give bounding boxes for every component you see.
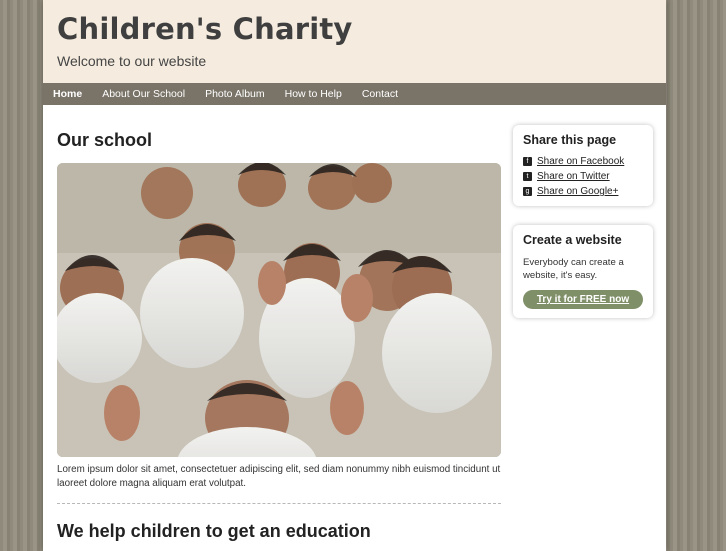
site-header: Children's Charity Welcome to our websit… (43, 0, 666, 83)
nav-photo-album[interactable]: Photo Album (205, 88, 265, 100)
page-heading: Our school (57, 130, 153, 150)
photo-caption: Lorem ipsum dolor sit amet, consectetuer… (57, 464, 501, 489)
nav-how-to-help[interactable]: How to Help (285, 88, 342, 100)
share-card: Share this page f Share on Facebook t Sh… (513, 125, 653, 206)
create-card-text: Everybody can create a website, it's eas… (523, 257, 624, 281)
children-photo-illustration (57, 163, 501, 457)
share-google-plus-label: Share on Google+ (537, 186, 619, 197)
nav-home[interactable]: Home (53, 88, 82, 100)
nav-contact[interactable]: Contact (362, 88, 398, 100)
facebook-icon: f (523, 157, 532, 166)
page: Children's Charity Welcome to our websit… (43, 0, 666, 551)
main-nav: Home About Our School Photo Album How to… (43, 83, 666, 105)
share-card-title: Share this page (523, 133, 617, 147)
share-facebook-link[interactable]: f Share on Facebook (523, 156, 643, 167)
site-subtitle: Welcome to our website (57, 53, 207, 69)
school-photo (57, 163, 501, 457)
share-twitter-link[interactable]: t Share on Twitter (523, 171, 643, 182)
share-facebook-label: Share on Facebook (537, 156, 625, 167)
main-column: Our school Lorem ipsum dolor sit amet, c… (57, 128, 501, 542)
site-title: Children's Charity (57, 12, 353, 46)
create-card-title: Create a website (523, 233, 622, 247)
section-heading: We help children to get an education (57, 521, 371, 541)
sidebar: Share this page f Share on Facebook t Sh… (513, 125, 653, 318)
share-google-plus-link[interactable]: g Share on Google+ (523, 186, 643, 197)
try-free-button[interactable]: Try it for FREE now (523, 290, 643, 309)
create-website-card: Create a website Everybody can create a … (513, 225, 653, 318)
section-divider (57, 503, 501, 504)
nav-about-our-school[interactable]: About Our School (102, 88, 185, 100)
google-plus-icon: g (523, 187, 532, 196)
twitter-icon: t (523, 172, 532, 181)
share-twitter-label: Share on Twitter (537, 171, 610, 182)
